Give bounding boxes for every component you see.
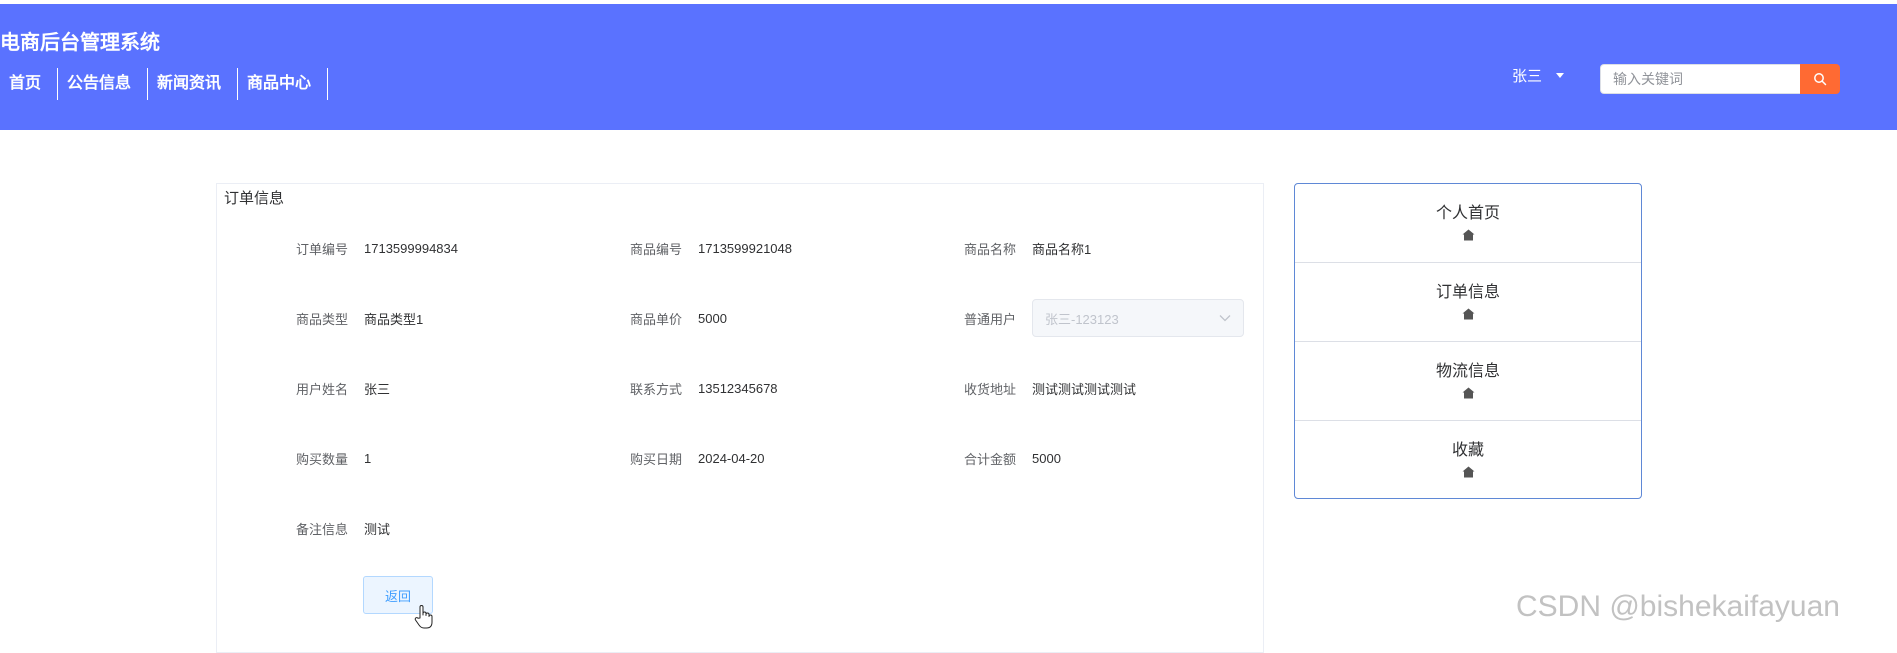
field-regular-user: 普通用户 张三-123123 xyxy=(964,299,1244,337)
search-button[interactable] xyxy=(1800,64,1840,94)
field-total: 合计金额 5000 xyxy=(964,441,1061,475)
side-menu: 个人首页 订单信息 物流信息 收藏 xyxy=(1294,183,1642,499)
field-label: 普通用户 xyxy=(964,311,1017,327)
nav-item-news[interactable]: 新闻资讯 xyxy=(148,68,239,100)
home-icon xyxy=(1462,308,1474,320)
field-value: 5000 xyxy=(698,310,727,326)
field-label: 购买数量 xyxy=(296,451,349,467)
field-order-no: 订单编号 1713599994834 xyxy=(296,231,458,265)
home-icon xyxy=(1462,229,1474,241)
chevron-down-icon xyxy=(1219,315,1231,322)
field-unit-price: 商品单价 5000 xyxy=(630,301,727,335)
field-value: 商品名称1 xyxy=(1032,241,1092,257)
field-product-name: 商品名称 商品名称1 xyxy=(964,231,1091,265)
field-value: 2024-04-20 xyxy=(698,450,765,466)
field-label: 商品类型 xyxy=(296,311,349,327)
nav-item-products[interactable]: 商品中心 xyxy=(238,68,329,100)
side-item-logistics[interactable]: 物流信息 xyxy=(1295,342,1641,421)
field-label: 收货地址 xyxy=(964,381,1017,397)
field-user-name: 用户姓名 张三 xyxy=(296,371,390,405)
field-label: 备注信息 xyxy=(296,521,349,537)
caret-down-icon xyxy=(1556,72,1565,78)
side-item-label: 物流信息 xyxy=(1435,363,1500,380)
top-header: 电商后台管理系统 首页 公告信息 新闻资讯 商品中心 张三 xyxy=(0,4,1897,130)
field-label: 订单编号 xyxy=(296,241,349,257)
site-title: 电商后台管理系统 xyxy=(0,32,160,54)
side-item-orders[interactable]: 订单信息 xyxy=(1295,263,1641,342)
field-value: 测试测试测试测试 xyxy=(1032,381,1137,397)
field-label: 用户姓名 xyxy=(296,381,349,397)
field-value: 5000 xyxy=(1032,450,1061,466)
search-input[interactable] xyxy=(1600,64,1800,94)
field-contact: 联系方式 13512345678 xyxy=(630,371,778,405)
field-quantity: 购买数量 1 xyxy=(296,441,371,475)
field-value: 1 xyxy=(364,450,372,466)
field-label: 商品单价 xyxy=(630,311,683,327)
nav-item-notices[interactable]: 公告信息 xyxy=(58,68,149,100)
side-item-label: 收藏 xyxy=(1451,442,1484,459)
field-label: 商品名称 xyxy=(964,241,1017,257)
field-product-no: 商品编号 1713599921048 xyxy=(630,231,792,265)
field-value: 测试 xyxy=(364,521,391,537)
user-dropdown[interactable]: 张三 xyxy=(1512,65,1565,85)
field-label: 商品编号 xyxy=(630,241,683,257)
regular-user-select[interactable]: 张三-123123 xyxy=(1032,299,1244,337)
main-nav: 首页 公告信息 新闻资讯 商品中心 xyxy=(0,68,329,100)
field-value: 1713599994834 xyxy=(364,240,458,256)
field-purchase-date: 购买日期 2024-04-20 xyxy=(630,441,765,475)
side-item-profile[interactable]: 个人首页 xyxy=(1295,184,1641,263)
home-icon xyxy=(1462,387,1474,399)
panel-title: 订单信息 xyxy=(224,190,285,207)
field-value: 张三 xyxy=(364,381,391,397)
home-icon xyxy=(1462,466,1474,478)
order-detail-panel: 订单信息 订单编号 1713599994834 商品编号 17135999210… xyxy=(216,183,1264,653)
field-remark: 备注信息 测试 xyxy=(296,511,390,545)
field-product-type: 商品类型 商品类型1 xyxy=(296,301,423,335)
field-label: 购买日期 xyxy=(630,451,683,467)
user-name: 张三 xyxy=(1512,67,1543,85)
hand-cursor-icon xyxy=(414,605,433,629)
field-label: 合计金额 xyxy=(964,451,1017,467)
field-value: 1713599921048 xyxy=(698,240,792,256)
side-item-label: 个人首页 xyxy=(1435,205,1500,222)
select-value: 张三-123123 xyxy=(1045,311,1119,327)
watermark: CSDN @bishekaifayuan xyxy=(1516,590,1840,623)
side-item-favorites[interactable]: 收藏 xyxy=(1295,421,1641,498)
side-item-label: 订单信息 xyxy=(1435,284,1500,301)
search-icon xyxy=(1814,73,1827,86)
field-label: 联系方式 xyxy=(630,381,683,397)
field-value: 商品类型1 xyxy=(364,311,424,327)
field-address: 收货地址 测试测试测试测试 xyxy=(964,371,1136,405)
nav-item-home[interactable]: 首页 xyxy=(0,68,59,100)
field-value: 13512345678 xyxy=(698,380,778,396)
